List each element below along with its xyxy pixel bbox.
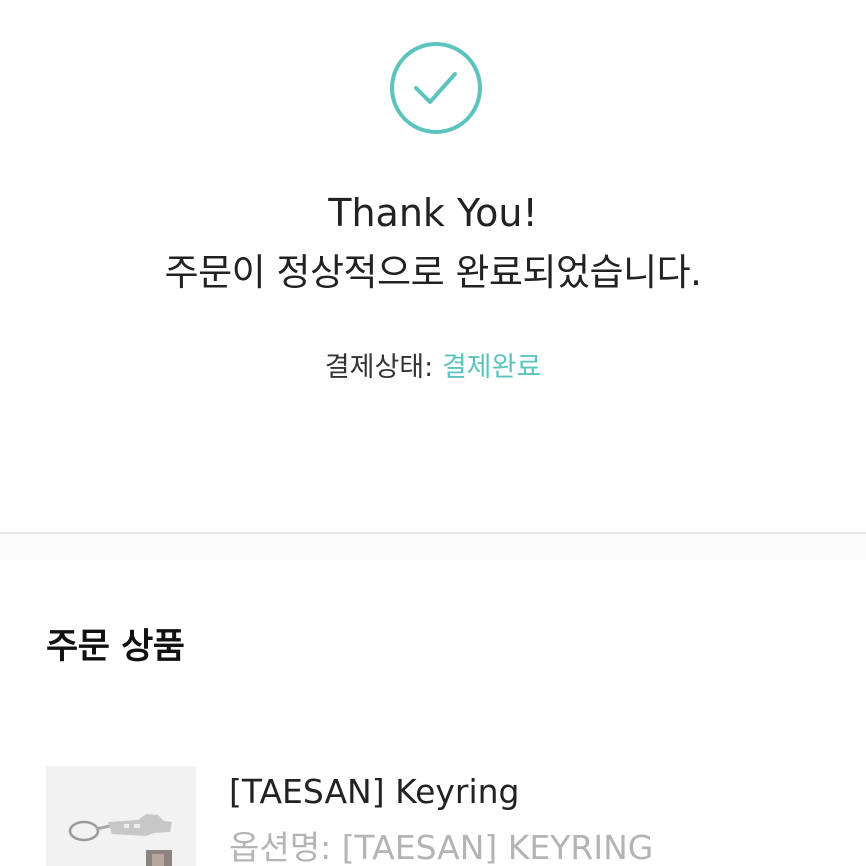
payment-status-label: 결제상태: [324,352,434,383]
thank-you-title: Thank You! [328,191,538,235]
order-complete-page: Thank You! 주문이 정상적으로 완료되었습니다. 결제상태: 결제완료… [0,0,866,866]
section-gap [0,534,866,560]
order-complete-message: 주문이 정상적으로 완료되었습니다. [164,251,702,294]
confirmation-section: Thank You! 주문이 정상적으로 완료되었습니다. 결제상태: 결제완료 [0,0,866,532]
order-products-heading: 주문 상품 [46,627,185,667]
payment-status-value: 결제완료 [441,352,542,383]
product-name[interactable]: [TAESAN] Keyring [229,770,520,814]
payment-status: 결제상태: 결제완료 [0,350,866,386]
keyring-product-image[interactable] [46,766,196,866]
check-circle-icon [389,41,483,135]
product-option: 옵션명: [TAESAN] KEYRING [229,828,654,866]
